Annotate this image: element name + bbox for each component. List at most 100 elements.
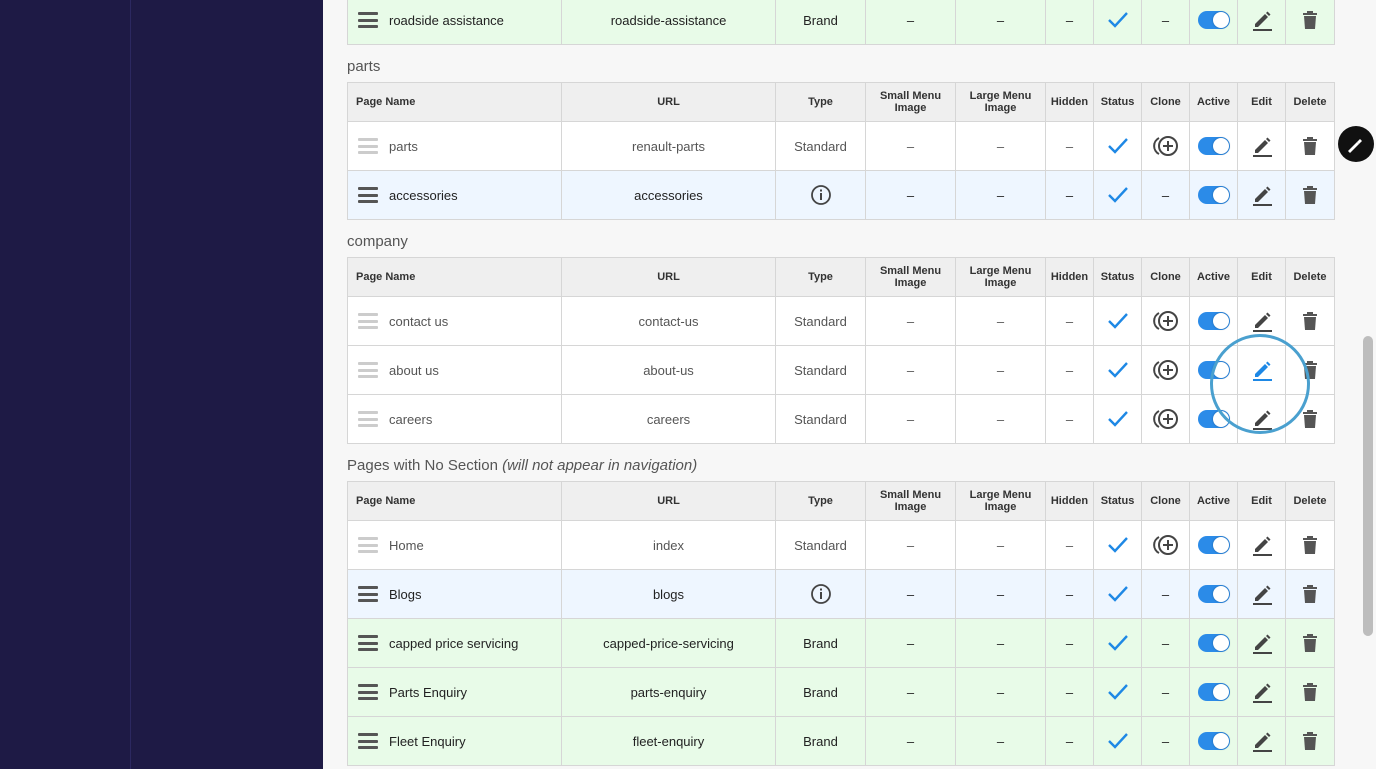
- trash-icon[interactable]: [1301, 536, 1319, 554]
- edit-icon[interactable]: [1250, 634, 1274, 654]
- active-toggle[interactable]: [1197, 683, 1230, 701]
- table-row: capped price servicing capped-price-servi…: [347, 618, 1335, 668]
- column-header: Active: [1189, 257, 1238, 297]
- type-cell: Brand: [775, 618, 866, 668]
- active-toggle[interactable]: [1197, 585, 1230, 603]
- drag-line: [358, 144, 378, 148]
- trash-icon[interactable]: [1301, 732, 1319, 750]
- drag-handle-icon[interactable]: [358, 362, 378, 378]
- active-toggle[interactable]: [1197, 186, 1230, 204]
- clone-icon[interactable]: [1152, 311, 1179, 331]
- edit-icon[interactable]: [1250, 536, 1274, 556]
- trash-icon[interactable]: [1301, 312, 1319, 330]
- drag-handle-icon[interactable]: [358, 313, 378, 329]
- trash-icon[interactable]: [1301, 410, 1319, 428]
- edit-icon[interactable]: [1250, 410, 1274, 430]
- trash-icon[interactable]: [1301, 361, 1319, 379]
- column-header: Page Name: [347, 82, 562, 122]
- trash-icon[interactable]: [1301, 137, 1319, 155]
- status-cell: [1093, 121, 1142, 171]
- page-name: about us: [389, 362, 439, 378]
- clone-icon[interactable]: [1152, 409, 1179, 429]
- edit-icon[interactable]: [1250, 361, 1274, 381]
- status-cell: [1093, 569, 1142, 619]
- edit-icon[interactable]: [1250, 312, 1274, 332]
- drag-handle-icon[interactable]: [358, 12, 378, 28]
- drag-handle-icon[interactable]: [358, 187, 378, 203]
- trash-icon[interactable]: [1301, 11, 1319, 29]
- drag-line: [358, 599, 378, 602]
- column-header: Status: [1093, 257, 1142, 297]
- edit-icon[interactable]: [1250, 585, 1274, 605]
- drag-handle-icon[interactable]: [358, 635, 378, 651]
- drag-handle-icon[interactable]: [358, 411, 378, 427]
- page-name: Home: [389, 537, 424, 553]
- edit-cell: [1237, 716, 1286, 766]
- active-toggle[interactable]: [1197, 732, 1230, 750]
- drag-handle-icon[interactable]: [358, 733, 378, 749]
- page-name: capped price servicing: [389, 635, 519, 651]
- trash-icon[interactable]: [1301, 683, 1319, 701]
- edit-icon[interactable]: [1250, 683, 1274, 703]
- clone-icon[interactable]: [1152, 360, 1179, 380]
- active-toggle[interactable]: [1197, 137, 1230, 155]
- drag-handle-icon[interactable]: [358, 138, 378, 154]
- page-name-wrap: about us: [348, 362, 561, 378]
- edit-cell: [1237, 170, 1286, 220]
- active-toggle[interactable]: [1197, 312, 1230, 330]
- column-header: Hidden: [1045, 481, 1094, 521]
- hidden-cell: –: [1045, 121, 1094, 171]
- pages-table: Page Name URL Type Small Menu Image Large Me…: [347, 481, 1335, 766]
- delete-cell: [1285, 170, 1335, 220]
- info-icon[interactable]: [810, 584, 832, 604]
- drag-line: [358, 543, 378, 547]
- info-icon[interactable]: [810, 185, 832, 205]
- drag-line: [358, 18, 378, 22]
- clone-cell: [1141, 296, 1190, 346]
- active-toggle[interactable]: [1197, 634, 1230, 652]
- drag-handle-icon[interactable]: [358, 586, 378, 602]
- trash-icon[interactable]: [1301, 585, 1319, 603]
- active-toggle[interactable]: [1197, 11, 1230, 29]
- trash-icon[interactable]: [1301, 634, 1319, 652]
- column-header: Delete: [1285, 257, 1335, 297]
- large-menu-image-cell: –: [955, 569, 1046, 619]
- clone-icon[interactable]: [1152, 535, 1179, 555]
- active-toggle[interactable]: [1197, 536, 1230, 554]
- page-name-wrap: contact us: [348, 313, 561, 329]
- column-header: Small Menu Image: [865, 257, 956, 297]
- section-name: parts: [347, 58, 381, 75]
- page-name: parts: [389, 138, 418, 154]
- drag-line: [358, 697, 378, 700]
- active-cell: [1189, 716, 1238, 766]
- large-menu-image-cell: –: [955, 170, 1046, 220]
- edit-cell: [1237, 296, 1286, 346]
- column-header: Large Menu Image: [955, 257, 1046, 297]
- scrollbar-thumb[interactable]: [1363, 336, 1373, 636]
- edit-icon[interactable]: [1250, 137, 1274, 157]
- active-toggle[interactable]: [1197, 361, 1230, 379]
- table-row: Parts Enquiry parts-enquiry Brand – – – –: [347, 667, 1335, 717]
- check-icon: [1107, 361, 1129, 378]
- edit-icon[interactable]: [1250, 186, 1274, 206]
- drag-line: [358, 151, 378, 154]
- status-cell: [1093, 618, 1142, 668]
- drag-line: [358, 684, 378, 687]
- column-header: Hidden: [1045, 82, 1094, 122]
- url-cell: fleet-enquiry: [561, 716, 776, 766]
- drag-line: [358, 746, 378, 749]
- large-menu-image-cell: –: [955, 520, 1046, 570]
- table-row: contact us contact-us Standard – – –: [347, 296, 1335, 346]
- clone-icon[interactable]: [1152, 136, 1179, 156]
- active-toggle[interactable]: [1197, 410, 1230, 428]
- customize-button[interactable]: [1338, 126, 1374, 162]
- drag-handle-icon[interactable]: [358, 537, 378, 553]
- edit-icon[interactable]: [1250, 732, 1274, 752]
- edit-icon[interactable]: [1250, 11, 1274, 31]
- table-row: parts renault-parts Standard – – –: [347, 121, 1335, 171]
- drag-line: [358, 592, 378, 596]
- hidden-cell: –: [1045, 296, 1094, 346]
- drag-handle-icon[interactable]: [358, 684, 378, 700]
- trash-icon[interactable]: [1301, 186, 1319, 204]
- clone-cell: [1141, 520, 1190, 570]
